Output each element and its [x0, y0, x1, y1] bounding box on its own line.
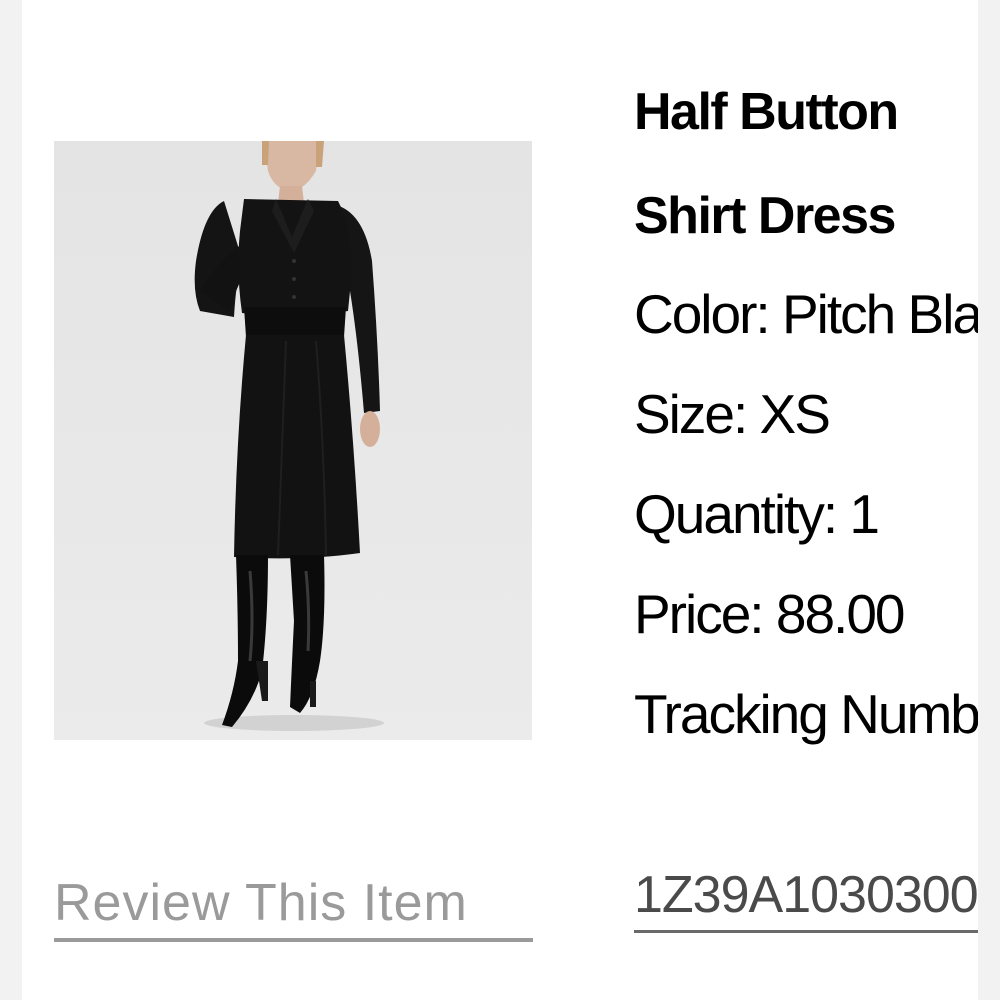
product-image[interactable] [54, 141, 532, 740]
order-item-card: Half Button Shirt Dress Color: Pitch Bla… [22, 0, 978, 1000]
review-item-link[interactable]: Review This Item [54, 868, 533, 942]
product-details: Half Button Shirt Dress Color: Pitch Bla… [634, 60, 978, 764]
product-price: Price: 88.00 [634, 583, 906, 645]
product-title-line-2: Shirt Dress [634, 187, 896, 245]
product-color: Color: Pitch Black [634, 283, 978, 345]
product-quantity: Quantity: 1 [634, 483, 880, 545]
tracking-number-link[interactable]: 1Z39A1030300 [634, 860, 978, 933]
product-title-line-1: Half Button [634, 83, 899, 141]
product-title: Half Button Shirt Dress [634, 60, 978, 268]
product-size: Size: XS [634, 383, 831, 445]
tracking-number-label: Tracking Number [634, 683, 978, 745]
